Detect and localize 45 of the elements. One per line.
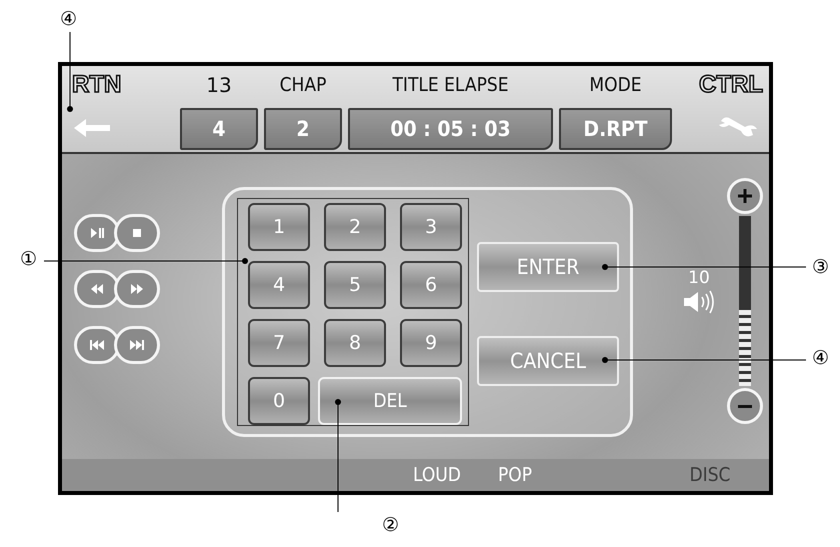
header-label: CHAP: [278, 73, 328, 98]
volume-slider[interactable]: [739, 216, 751, 386]
callout-number: ③: [812, 258, 830, 277]
fast-forward-icon: [129, 281, 145, 297]
number-key[interactable]: 3: [400, 203, 462, 251]
control-button[interactable]: CTRL: [699, 70, 769, 100]
info-field: 2: [264, 108, 342, 150]
number-key[interactable]: 4: [248, 261, 310, 309]
previous-track-icon: [89, 337, 105, 353]
callout-number: ②: [382, 516, 400, 535]
number-key[interactable]: 8: [324, 319, 386, 367]
number-key[interactable]: 2: [324, 203, 386, 251]
number-key[interactable]: 0: [248, 377, 310, 425]
enter-button[interactable]: ENTER: [477, 242, 620, 292]
callout-number: ④: [812, 349, 830, 368]
play-pause-icon: [89, 225, 105, 241]
info-field: 4: [180, 108, 258, 150]
cancel-button[interactable]: CANCEL: [477, 336, 620, 386]
delete-button[interactable]: DEL: [318, 377, 462, 425]
number-key[interactable]: 1: [248, 203, 310, 251]
fast-forward-button[interactable]: [114, 270, 160, 308]
status-indicator: POP: [496, 464, 534, 486]
minus-icon: [737, 404, 753, 408]
callout-number: ①: [20, 250, 38, 269]
status-indicator: LOUD: [412, 464, 462, 486]
callout-number: ④: [60, 10, 78, 29]
header-label: MODE: [588, 73, 643, 98]
return-button[interactable]: RTN: [62, 70, 128, 100]
info-field: 00 : 05 : 03: [348, 108, 553, 150]
number-key[interactable]: 9: [400, 319, 462, 367]
number-key[interactable]: 6: [400, 261, 462, 309]
number-key[interactable]: 5: [324, 261, 386, 309]
number-key[interactable]: 7: [248, 319, 310, 367]
speaker-icon: [682, 290, 716, 314]
info-field: D.RPT: [559, 108, 672, 150]
stop-button[interactable]: [114, 214, 160, 252]
next-track-icon: [129, 337, 145, 353]
header-label: 13: [205, 72, 233, 99]
header-label: TITLE ELAPSE: [391, 73, 510, 98]
rewind-icon: [89, 281, 105, 297]
plus-icon: [736, 187, 754, 205]
volume-down-button[interactable]: [727, 388, 763, 424]
volume-up-button[interactable]: [727, 178, 763, 214]
volume-reading: 10: [688, 268, 710, 288]
status-indicator: DISC: [688, 464, 732, 486]
